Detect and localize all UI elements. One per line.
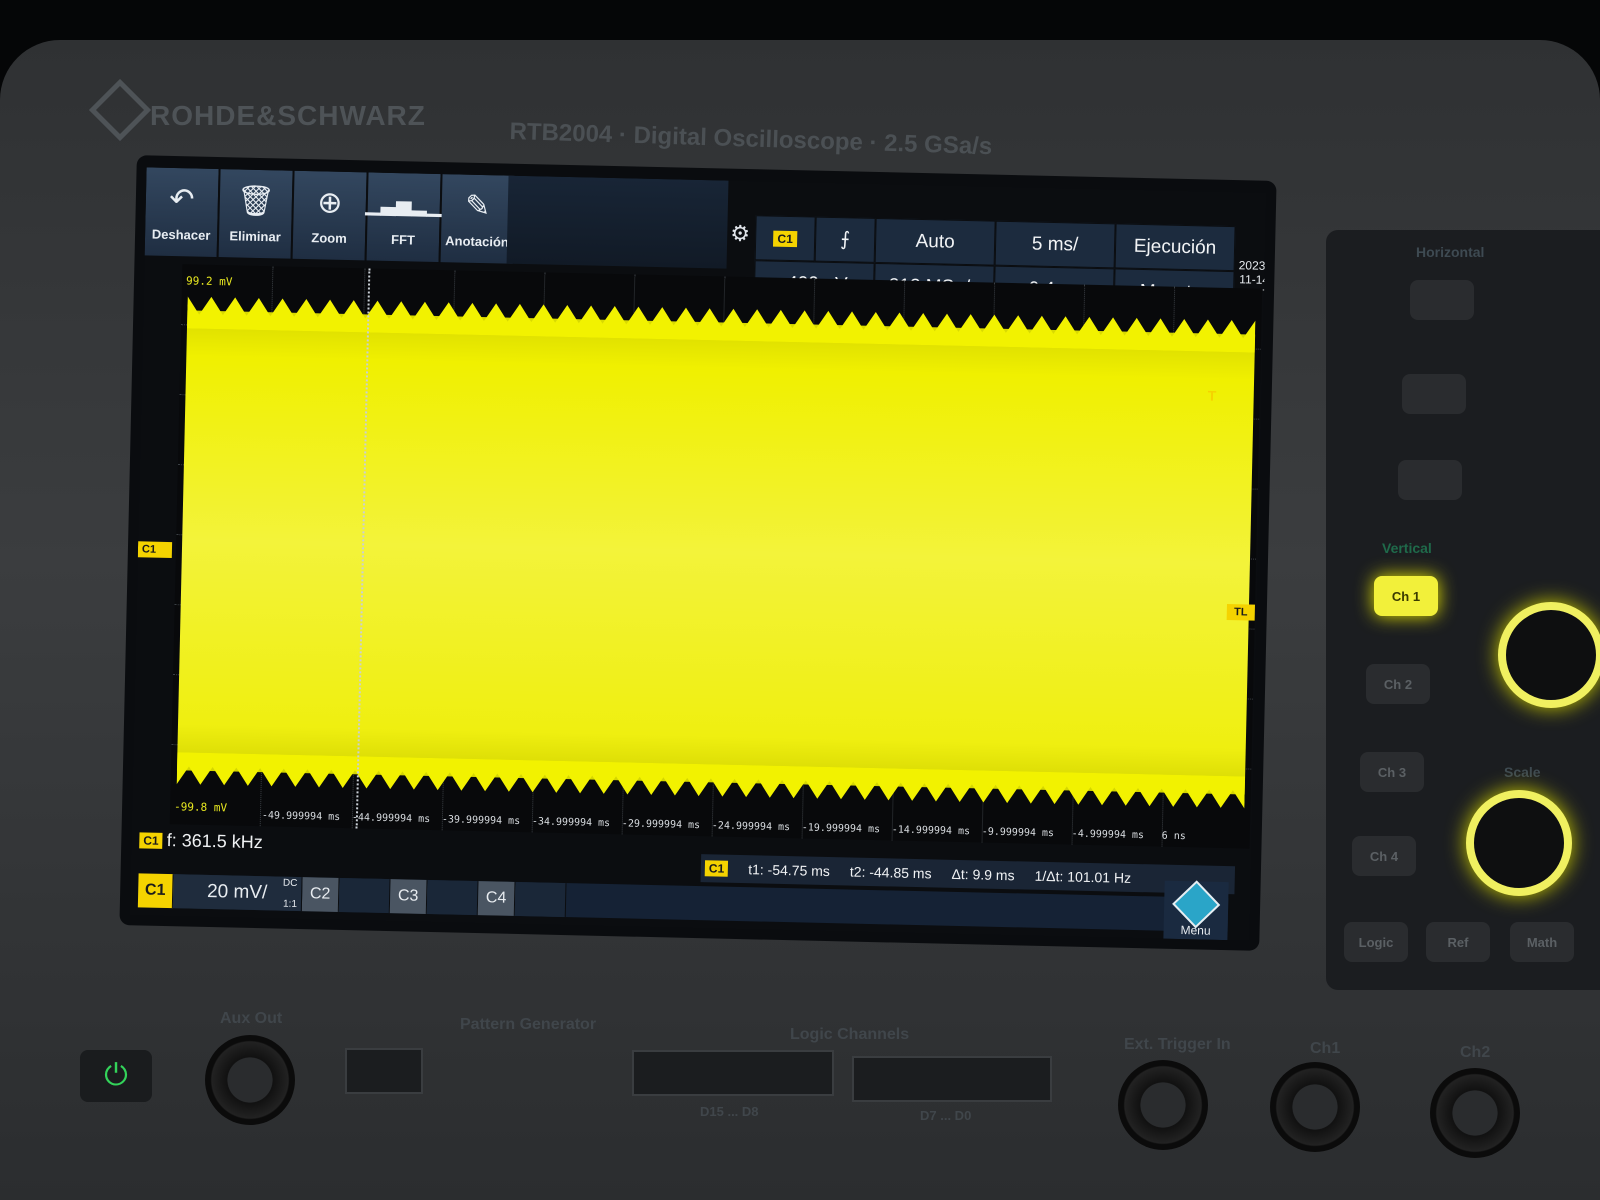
settings-gear-icon[interactable]: ⚙ xyxy=(730,221,750,247)
ch2-button[interactable]: Ch 2 xyxy=(1366,664,1430,704)
horizontal-button-2[interactable] xyxy=(1402,374,1466,414)
x-tick-label: -19.999994 ms xyxy=(801,822,881,836)
x-tick-label: 6 ns xyxy=(1161,830,1186,843)
channel-c4-button[interactable]: C4 xyxy=(477,881,516,916)
channel-c1-button[interactable]: C1 xyxy=(137,873,174,909)
ch3-button[interactable]: Ch 3 xyxy=(1360,752,1424,792)
usb-port xyxy=(345,1048,423,1094)
x-tick-label: -44.999994 ms xyxy=(351,812,431,825)
x-tick-label: -4.999994 ms xyxy=(1071,828,1145,842)
pattern-generator-label: Pattern Generator xyxy=(460,1016,597,1033)
magnifier-icon: ⊕ xyxy=(316,185,343,220)
aux-out-connector xyxy=(205,1035,295,1125)
inverse-delta-t-value: 1/Δt: 101.01 Hz xyxy=(1034,867,1132,886)
waveform-plot[interactable]: 99.2 mV -99.8 mV T -49.999994 ms -44.999… xyxy=(169,264,1263,849)
zoom-button[interactable]: ⊕ Zoom xyxy=(292,170,369,261)
x-tick-label: -34.999994 ms xyxy=(531,816,611,830)
vertical-section-title: Vertical xyxy=(1382,540,1432,556)
power-icon: ⏻ xyxy=(104,1059,128,1092)
power-button[interactable]: ⏻ xyxy=(80,1050,152,1102)
time-scale[interactable]: 5 ms/ xyxy=(994,220,1116,269)
x-tick-label: -39.999994 ms xyxy=(441,814,521,828)
ch1-offset-marker[interactable]: C1 xyxy=(137,541,173,559)
x-tick-label: -29.999994 ms xyxy=(621,818,701,832)
ext-trigger-connector xyxy=(1118,1060,1208,1150)
x-tick-label: -9.999994 ms xyxy=(981,826,1055,840)
channel-c2-button[interactable]: C2 xyxy=(301,877,340,912)
x-tick-label: -14.999994 ms xyxy=(891,824,971,838)
logic-connector-low xyxy=(852,1056,1052,1102)
ch1-input-connector xyxy=(1270,1062,1360,1152)
delete-button[interactable]: 🗑 Eliminar xyxy=(218,169,295,259)
ch1-input-label: Ch1 xyxy=(1310,1040,1341,1057)
vertical-scale-knob[interactable] xyxy=(1466,790,1572,896)
frequency-readout: C1 f: 361.5 kHz xyxy=(139,829,263,853)
logic-button[interactable]: Logic xyxy=(1344,922,1408,962)
upper-level-label: 99.2 mV xyxy=(185,274,233,289)
ext-trigger-label: Ext. Trigger In xyxy=(1124,1036,1231,1053)
t2-value: t2: -44.85 ms xyxy=(849,863,932,882)
menu-button[interactable]: Menu xyxy=(1163,880,1229,941)
horizontal-section-title: Horizontal xyxy=(1416,244,1485,260)
ch2-input-connector xyxy=(1430,1068,1520,1158)
trash-icon: 🗑 xyxy=(236,183,276,218)
ch4-button[interactable]: Ch 4 xyxy=(1352,836,1416,876)
undo-icon: ↶ xyxy=(168,182,195,216)
fft-button[interactable]: ▁▃▅▂▁ FFT xyxy=(365,172,443,263)
control-panel: Horizontal Vertical Ch 1 Ch 2 Ch 3 Ch 4 … xyxy=(1326,230,1600,990)
d15-d8-label: D15 ... D8 xyxy=(700,1104,759,1119)
c1-vertical-scale[interactable]: 20 mV/ DC 1:1 xyxy=(172,874,303,912)
math-button[interactable]: Math xyxy=(1510,922,1574,962)
pencil-icon: ✎ xyxy=(464,189,491,223)
channel-c3-button[interactable]: C3 xyxy=(389,879,428,914)
horizontal-button-3[interactable] xyxy=(1398,460,1462,500)
d7-d0-label: D7 ... D0 xyxy=(920,1108,972,1123)
x-tick-label: -49.999994 ms xyxy=(261,810,341,823)
toolbar-empty-area xyxy=(506,175,729,269)
brand-name: ROHDE&SCHWARZ xyxy=(150,100,426,131)
ch2-input-label: Ch2 xyxy=(1460,1044,1491,1061)
rising-edge-icon[interactable]: ⨍ xyxy=(814,216,876,263)
vertical-position-knob[interactable] xyxy=(1498,602,1600,708)
c4-scale-slot xyxy=(514,881,567,918)
c2-scale-slot xyxy=(338,877,391,914)
annotation-button[interactable]: ✎ Anotación xyxy=(440,174,517,264)
c3-scale-slot xyxy=(426,879,479,916)
scale-label: Scale xyxy=(1504,764,1541,780)
trigger-position-marker[interactable]: T xyxy=(1208,388,1217,404)
rs-logo-icon xyxy=(1172,880,1221,929)
trigger-mode[interactable]: Auto xyxy=(874,217,996,266)
trigger-source[interactable]: C1 xyxy=(754,215,816,262)
t1-value: t1: -54.75 ms xyxy=(748,861,831,880)
horizontal-button-1[interactable] xyxy=(1410,280,1474,320)
x-tick-label: -24.999994 ms xyxy=(711,820,791,834)
lower-level-label: -99.8 mV xyxy=(173,800,228,815)
aux-out-label: Aux Out xyxy=(220,1010,283,1027)
run-state[interactable]: Ejecución xyxy=(1114,223,1236,272)
ch1-button[interactable]: Ch 1 xyxy=(1374,576,1438,616)
display-screen: ↶ Deshacer 🗑 Eliminar ⊕ Zoom ▁▃▅▂▁ FFT ✎… xyxy=(129,167,1267,941)
ref-button[interactable]: Ref xyxy=(1426,922,1490,962)
toolbar: ↶ Deshacer 🗑 Eliminar ⊕ Zoom ▁▃▅▂▁ FFT ✎… xyxy=(144,167,517,265)
ch1-waveform-fill xyxy=(176,310,1256,795)
delta-t-value: Δt: 9.9 ms xyxy=(951,865,1015,884)
logic-connector-high xyxy=(632,1050,834,1096)
undo-button[interactable]: ↶ Deshacer xyxy=(144,167,221,258)
logic-channels-label: Logic Channels xyxy=(790,1026,910,1043)
spectrum-icon: ▁▃▅▂▁ xyxy=(365,192,443,217)
trigger-level-marker[interactable]: TL xyxy=(1226,604,1255,621)
